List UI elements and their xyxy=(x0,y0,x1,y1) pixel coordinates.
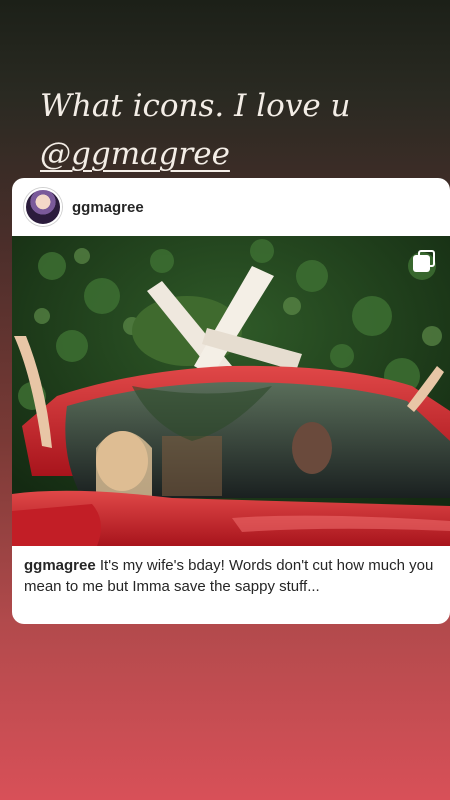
avatar[interactable] xyxy=(24,188,62,226)
post-username[interactable]: ggmagree xyxy=(72,199,144,216)
story-caption-text: What icons. I love u xyxy=(40,88,351,124)
story-caption: What icons. I love u @ggmagree xyxy=(40,82,420,178)
carousel-icon xyxy=(413,250,435,272)
post-photo[interactable] xyxy=(12,236,450,546)
shared-post-card[interactable]: ggmagree ggmagree It's my wife's bday! W… xyxy=(12,178,450,624)
post-photo-image xyxy=(12,236,450,546)
mention-link[interactable]: @ggmagree xyxy=(40,136,230,172)
caption-username[interactable]: ggmagree xyxy=(24,557,96,574)
post-header[interactable]: ggmagree xyxy=(12,178,450,236)
post-caption: ggmagree It's my wife's bday! Words don'… xyxy=(24,555,442,597)
